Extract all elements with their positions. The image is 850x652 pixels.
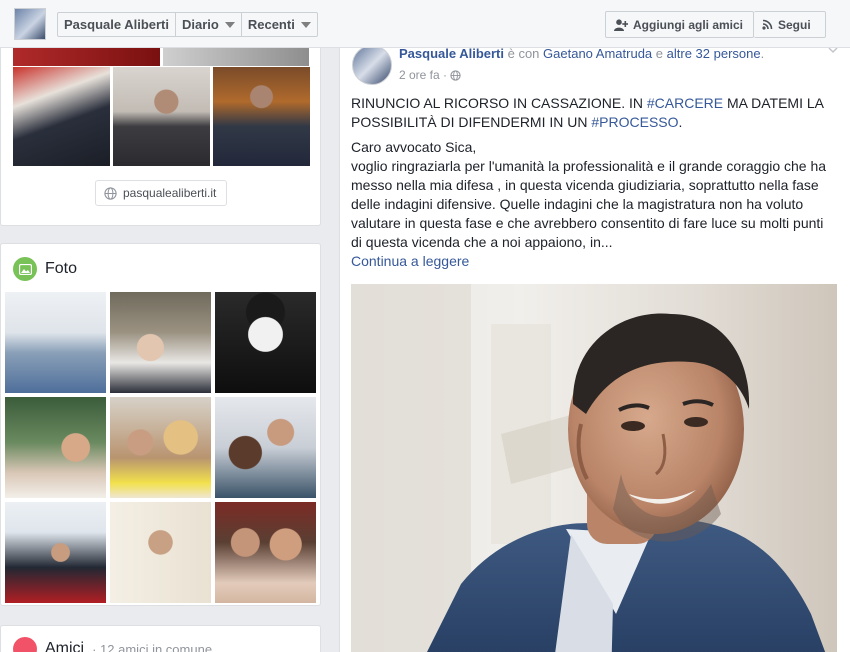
tagged-friend-link[interactable]: Gaetano Amatruda (543, 46, 652, 61)
recent-tab[interactable]: Recenti (242, 13, 317, 36)
photos-title: Foto (45, 260, 78, 277)
intro-photo[interactable] (113, 67, 210, 166)
hashtag-link[interactable]: #CARCERE (647, 95, 723, 111)
post-headline: RINUNCIO AL RICORSO IN CASSAZIONE. IN #C… (351, 95, 824, 130)
photos-grid (5, 292, 316, 603)
chevron-down-icon (224, 21, 235, 28)
intro-photo[interactable] (162, 48, 309, 66)
post-timestamp[interactable]: 2 ore fa · (399, 68, 461, 82)
hashtag-link[interactable]: #PROCESSO (591, 114, 678, 130)
profile-top-bar: Pasquale Aliberti Diario Recenti Aggiung… (0, 0, 850, 48)
photo-thumbnail[interactable] (215, 502, 316, 603)
add-friend-button[interactable]: Aggiungi agli amici (605, 11, 754, 38)
photo-thumbnail[interactable] (110, 397, 211, 498)
globe-icon (104, 186, 117, 200)
photo-thumbnail[interactable] (215, 292, 316, 393)
profile-nav: Pasquale Aliberti Diario Recenti (57, 12, 318, 37)
follow-button[interactable]: Segui (754, 11, 826, 38)
post-author-link[interactable]: Pasquale Aliberti (399, 46, 504, 61)
photo-thumbnail[interactable] (5, 502, 106, 603)
friends-header[interactable]: Amici · 12 amici in comune (13, 637, 212, 652)
intro-photo-strip (13, 48, 309, 66)
read-more-link[interactable]: Continua a leggere (351, 252, 831, 271)
photo-thumbnail[interactable] (110, 502, 211, 603)
post-text: RINUNCIO AL RICORSO IN CASSAZIONE. IN #C… (351, 94, 831, 271)
post-card: Pasquale Aliberti è con Gaetano Amatruda… (339, 30, 850, 652)
photos-header[interactable]: Foto (13, 257, 77, 281)
post-header: Pasquale Aliberti è con Gaetano Amatruda… (399, 46, 765, 61)
tagged-others-link[interactable]: altre 32 persone (667, 46, 761, 61)
post-photo[interactable] (351, 284, 837, 652)
intro-photo[interactable] (13, 67, 110, 166)
website-link[interactable]: pasqualealiberti.it (95, 180, 228, 206)
intro-panel: pasqualealiberti.it (0, 30, 321, 226)
friends-panel: Amici · 12 amici in comune (0, 625, 321, 652)
globe-icon (450, 69, 461, 81)
diary-tab[interactable]: Diario (176, 13, 242, 36)
intro-photos (13, 67, 310, 166)
profile-name-link[interactable]: Pasquale Aliberti (58, 13, 176, 36)
photos-icon (13, 257, 37, 281)
intro-photo[interactable] (13, 48, 160, 66)
photo-thumbnail[interactable] (5, 292, 106, 393)
post-salutation: Caro avvocato Sica, (351, 139, 477, 155)
profile-thumbnail[interactable] (14, 8, 46, 40)
photo-thumbnail[interactable] (5, 397, 106, 498)
friends-icon (13, 637, 37, 652)
post-paragraph: voglio ringraziarla per l'umanità la pro… (351, 158, 827, 250)
photo-thumbnail[interactable] (110, 292, 211, 393)
photo-thumbnail[interactable] (215, 397, 316, 498)
post-author-avatar[interactable] (352, 45, 392, 85)
portrait-illustration (351, 284, 837, 652)
rss-icon (762, 19, 773, 30)
photos-panel: Foto (0, 243, 321, 606)
chevron-down-icon (300, 21, 311, 28)
intro-photo[interactable] (213, 67, 310, 166)
add-friend-icon (614, 18, 628, 31)
